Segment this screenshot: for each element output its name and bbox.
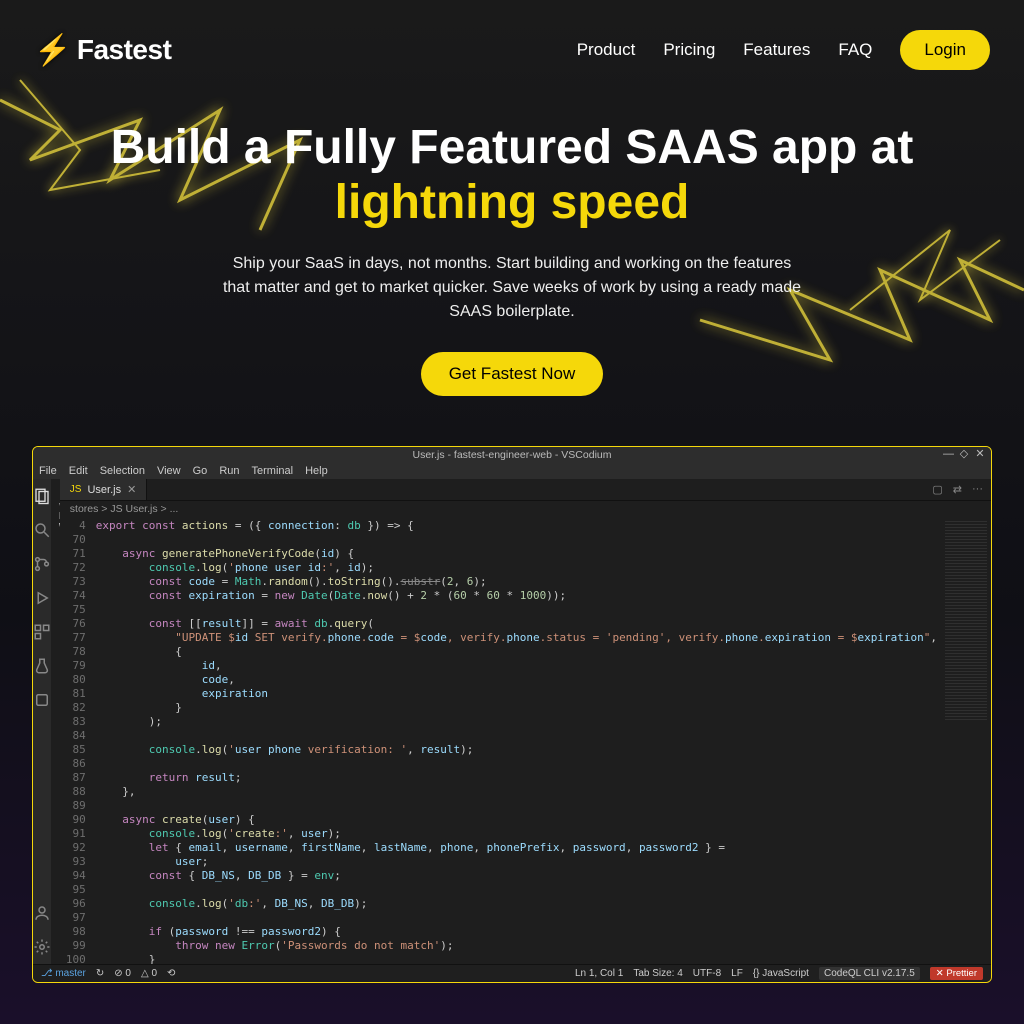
- explorer-sidebar: EXPLORER ··· v FASTEST-ENGINEER-WEB 🗎 🗀 …: [51, 479, 60, 964]
- status-bar: ⎇ master ↻ ⊘ 0 △ 0 ⟲ Ln 1, Col 1 Tab Siz…: [33, 964, 991, 982]
- tab-size[interactable]: Tab Size: 4: [633, 968, 682, 979]
- search-icon[interactable]: [33, 521, 51, 539]
- hero-title-line1: Build a Fully Featured SAAS app at: [111, 121, 914, 174]
- nav-features[interactable]: Features: [743, 40, 810, 60]
- window-title: User.js - fastest-engineer-web - VSCodiu…: [413, 449, 612, 461]
- status-errors[interactable]: ⊘ 0: [114, 968, 131, 979]
- editor-tabs: JS User.js ✕ ▢ ⇄ ···: [60, 479, 991, 501]
- menu-selection[interactable]: Selection: [100, 465, 145, 477]
- menu-go[interactable]: Go: [193, 465, 208, 477]
- site-header: ⚡ Fastest Product Pricing Features FAQ L…: [0, 0, 1024, 100]
- line-gutter: 4707172737475767778798081828384858687888…: [60, 517, 92, 964]
- test-icon[interactable]: [33, 657, 51, 675]
- brand-logo[interactable]: ⚡ Fastest: [34, 33, 171, 68]
- cta-button[interactable]: Get Fastest Now: [421, 352, 604, 396]
- sync-icon[interactable]: ↻: [96, 968, 104, 979]
- menu-file[interactable]: File: [39, 465, 57, 477]
- extensions-icon[interactable]: [33, 623, 51, 641]
- menu-help[interactable]: Help: [305, 465, 328, 477]
- brand-name: Fastest: [77, 34, 172, 66]
- close-icon[interactable]: ✕: [975, 449, 985, 459]
- menu-view[interactable]: View: [157, 465, 181, 477]
- database-icon[interactable]: [33, 691, 51, 709]
- maximize-icon[interactable]: ◇: [959, 449, 969, 459]
- split-left-icon[interactable]: ▢: [932, 483, 942, 496]
- menu-terminal[interactable]: Terminal: [252, 465, 294, 477]
- status-warnings[interactable]: △ 0: [141, 968, 157, 979]
- activity-bar: [33, 479, 51, 964]
- editor-main: JS User.js ✕ ▢ ⇄ ··· stores > JS User.js…: [60, 479, 991, 964]
- code-area[interactable]: 4707172737475767778798081828384858687888…: [60, 517, 991, 964]
- split-right-icon[interactable]: ⇄: [953, 483, 962, 496]
- code-lines[interactable]: export const actions = ({ connection: db…: [92, 517, 941, 964]
- menu-edit[interactable]: Edit: [69, 465, 88, 477]
- encoding[interactable]: UTF-8: [693, 968, 721, 979]
- hero-title: Build a Fully Featured SAAS app at light…: [40, 120, 984, 230]
- minimap[interactable]: [941, 517, 991, 964]
- bolt-icon: ⚡: [34, 33, 71, 68]
- prettier-badge[interactable]: ✕ Prettier: [930, 967, 983, 980]
- hero-section: Build a Fully Featured SAAS app at light…: [0, 100, 1024, 426]
- breadcrumb[interactable]: stores > JS User.js > ...: [60, 501, 991, 517]
- debug-icon[interactable]: [33, 589, 51, 607]
- eol[interactable]: LF: [731, 968, 743, 979]
- explorer-icon[interactable]: [33, 487, 51, 505]
- gear-icon[interactable]: [33, 938, 51, 956]
- nav-pricing[interactable]: Pricing: [663, 40, 715, 60]
- git-branch[interactable]: ⎇ master: [41, 968, 86, 979]
- nav-faq[interactable]: FAQ: [838, 40, 872, 60]
- tab-close-icon[interactable]: ✕: [127, 483, 136, 496]
- language[interactable]: {} JavaScript: [753, 968, 809, 979]
- login-button[interactable]: Login: [900, 30, 990, 70]
- account-icon[interactable]: [33, 904, 51, 922]
- hero-title-accent: lightning speed: [335, 176, 690, 229]
- js-file-icon: JS: [70, 484, 82, 495]
- more-icon[interactable]: ···: [972, 483, 983, 496]
- minimize-icon[interactable]: —: [943, 449, 953, 459]
- tab-userjs[interactable]: JS User.js ✕: [60, 479, 148, 500]
- code-editor: User.js - fastest-engineer-web - VSCodiu…: [32, 446, 992, 983]
- source-control-icon[interactable]: [33, 555, 51, 573]
- tab-label: User.js: [87, 484, 121, 496]
- menu-run[interactable]: Run: [219, 465, 239, 477]
- top-nav: Product Pricing Features FAQ Login: [577, 30, 990, 70]
- editor-menubar: File Edit Selection View Go Run Terminal…: [33, 463, 991, 479]
- cursor-position[interactable]: Ln 1, Col 1: [575, 968, 623, 979]
- hero-subtitle: Ship your SaaS in days, not months. Star…: [222, 252, 802, 324]
- file-tree: v routes >google>l>links>login>payment>r…: [51, 535, 60, 964]
- codeql-badge[interactable]: CodeQL CLI v2.17.5: [819, 967, 920, 980]
- window-titlebar: User.js - fastest-engineer-web - VSCodiu…: [33, 447, 991, 463]
- nav-product[interactable]: Product: [577, 40, 636, 60]
- status-remote[interactable]: ⟲: [167, 968, 175, 979]
